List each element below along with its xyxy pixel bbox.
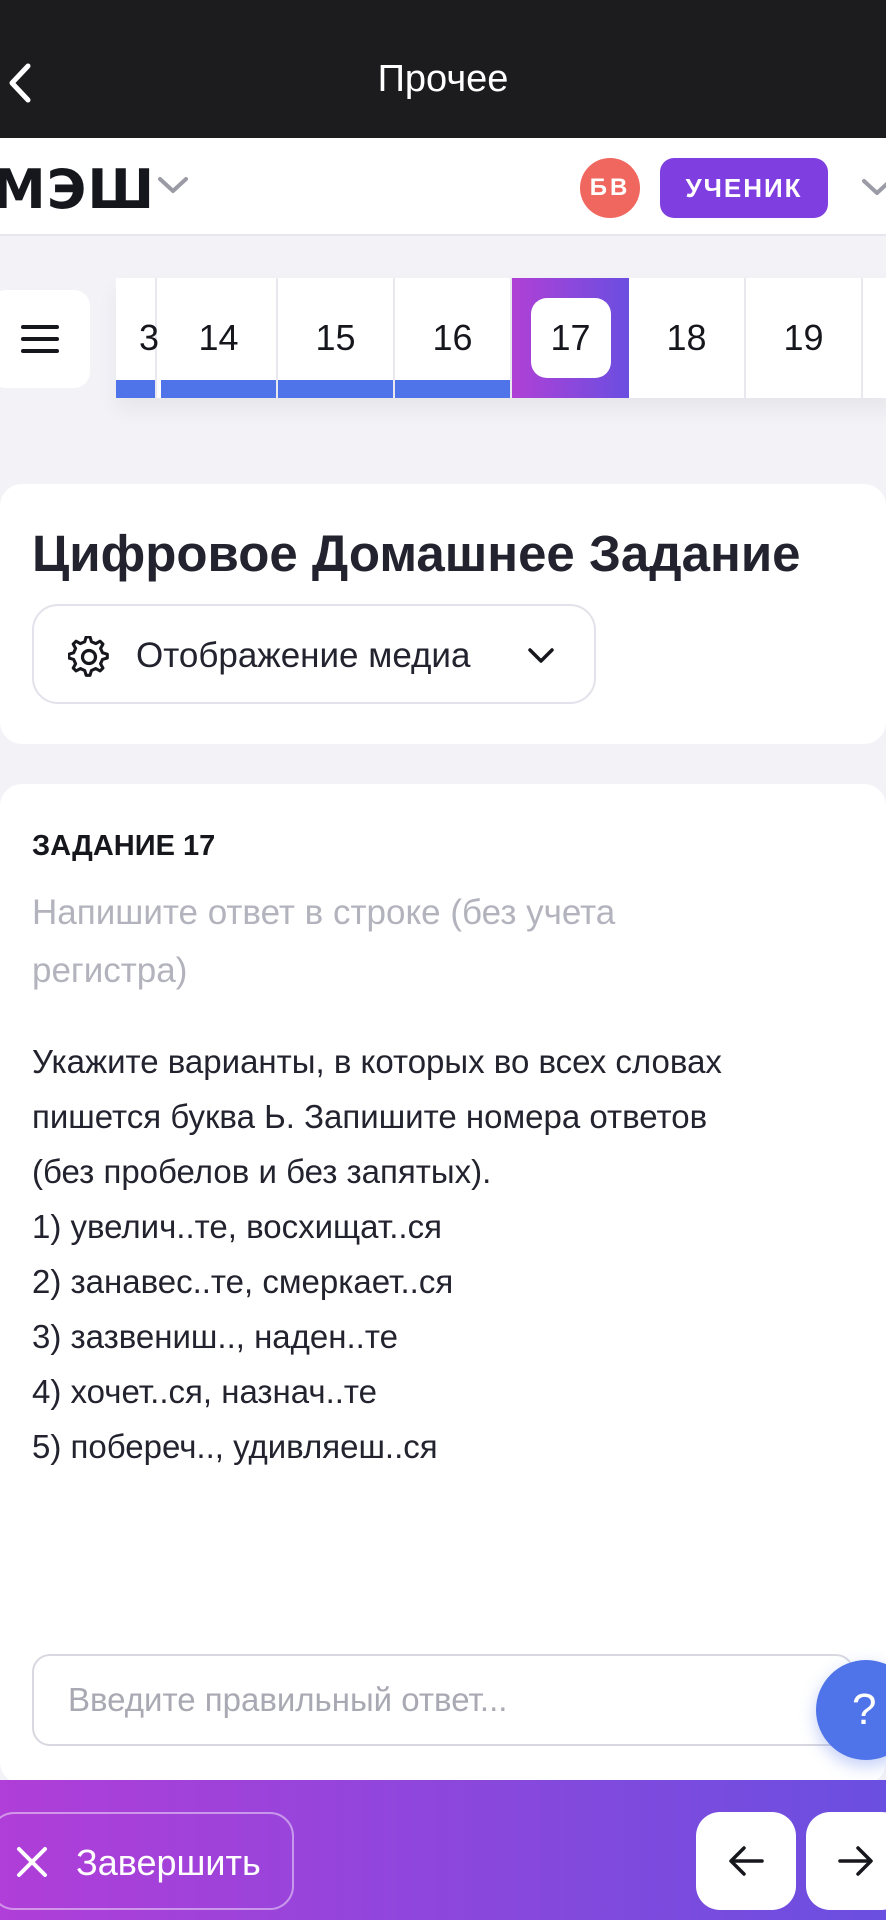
chevron-down-icon: [528, 648, 554, 663]
chevron-down-icon[interactable]: [156, 174, 190, 196]
task-tab-label: 19: [783, 317, 824, 358]
task-tab-19[interactable]: 19: [746, 278, 863, 398]
task-card: ЗАДАНИЕ 17 Напишите ответ в строке (без …: [0, 784, 886, 1784]
finish-label: Завершить: [76, 1842, 261, 1883]
app-logo[interactable]: МЭШ: [0, 158, 155, 221]
chevron-down-icon[interactable]: [860, 176, 886, 198]
prev-task-button[interactable]: [696, 1812, 796, 1910]
task-tab-15[interactable]: 15: [278, 278, 395, 398]
close-icon: [17, 1847, 47, 1877]
task-text: Укажите варианты, в которых во всех слов…: [32, 1034, 862, 1474]
page-title: Цифровое Домашнее Задание: [32, 525, 801, 582]
app-header: МЭШ БВ УЧЕНИК: [0, 138, 886, 236]
task-text-line: (без пробелов и без запятых).: [32, 1153, 492, 1190]
answer-option-3: 3) зазвениш.., наден..те: [32, 1318, 398, 1355]
task-tab-17-current[interactable]: 17: [512, 278, 629, 398]
menu-button[interactable]: [0, 290, 90, 388]
answer-option-2: 2) занавес..те, смеркает..ся: [32, 1263, 454, 1300]
answer-option-1: 1) увелич..те, восхищат..ся: [32, 1208, 442, 1245]
task-navigator: 3 14 15 16 17 18 19: [116, 278, 886, 398]
task-tab-label: 16: [432, 317, 473, 358]
gear-icon: [68, 636, 109, 677]
answer-input[interactable]: [32, 1654, 854, 1746]
task-tab-label: 18: [666, 317, 707, 358]
answer-option-5: 5) побереч.., удивляеш..ся: [32, 1428, 438, 1465]
next-task-button[interactable]: [806, 1812, 886, 1910]
topbar-title: Прочее: [377, 58, 509, 100]
answer-option-4: 4) хочет..ся, назнач..те: [32, 1373, 378, 1410]
task-text-line: Укажите варианты, в которых во всех слов…: [32, 1043, 722, 1080]
media-display-select[interactable]: Отображение медиа: [32, 604, 596, 704]
task-tab-label: 17: [550, 317, 591, 358]
hamburger-menu-icon: [21, 325, 59, 353]
role-badge[interactable]: УЧЕНИК: [660, 158, 828, 218]
task-tab-18[interactable]: 18: [629, 278, 746, 398]
top-bar: Прочее: [0, 0, 886, 138]
task-tab-label: 15: [315, 317, 356, 358]
task-number: ЗАДАНИЕ 17: [32, 830, 216, 862]
title-card: Цифровое Домашнее Задание Отображение ме…: [0, 484, 886, 744]
media-select-label: Отображение медиа: [136, 636, 471, 675]
task-text-line: пишется буква Ь. Запишите номера ответов: [32, 1098, 708, 1135]
finish-button[interactable]: Завершить: [0, 1812, 294, 1910]
task-tab-label: 14: [198, 317, 239, 358]
arrow-right-icon: [838, 1846, 873, 1876]
task-hint: Напишите ответ в строке (без учета регис…: [32, 893, 616, 990]
task-tab-partial[interactable]: 3: [116, 278, 159, 398]
task-tab-16[interactable]: 16: [395, 278, 512, 398]
task-tab-14[interactable]: 14: [161, 278, 278, 398]
avatar[interactable]: БВ: [580, 158, 640, 218]
bottom-bar: Завершить: [0, 1780, 886, 1920]
current-task-box: 17: [530, 298, 611, 378]
arrow-left-icon: [729, 1846, 764, 1876]
